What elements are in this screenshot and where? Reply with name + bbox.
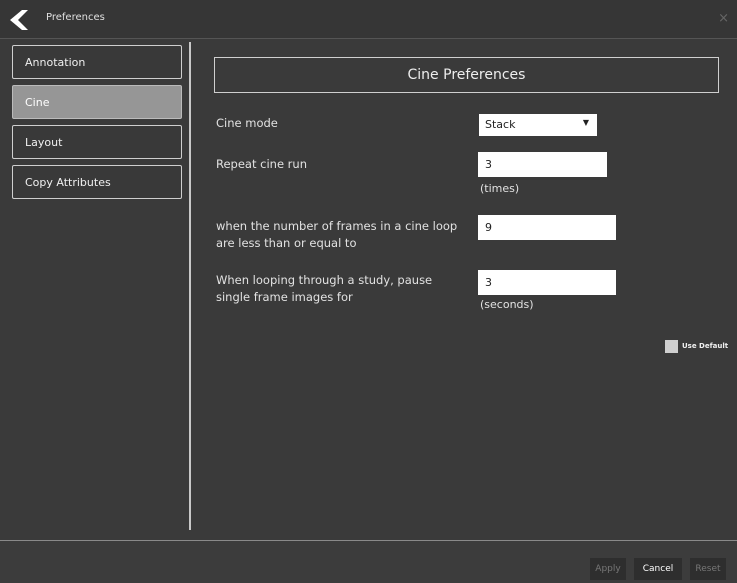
main-content: Cine Preferences Cine mode Stack ▼ Repea… <box>190 42 737 530</box>
repeat-unit-label: (times) <box>480 182 520 195</box>
frames-threshold-input[interactable] <box>478 215 616 240</box>
sidebar-item-copy-attributes[interactable]: Copy Attributes <box>12 165 182 199</box>
frames-threshold-label-line1: when the number of frames in a cine loop <box>216 219 458 233</box>
frames-threshold-label-line2: are less than or equal to <box>216 236 357 250</box>
pause-unit-label: (seconds) <box>480 298 534 311</box>
cine-mode-select[interactable]: Stack ▼ <box>479 114 597 136</box>
window-title: Preferences <box>46 12 105 23</box>
sidebar-item-layout[interactable]: Layout <box>12 125 182 159</box>
repeat-cine-input[interactable] <box>478 152 607 177</box>
use-default-label: Use Default <box>682 342 729 350</box>
sidebar: Annotation Cine Layout Copy Attributes <box>9 42 191 530</box>
pause-seconds-input[interactable] <box>478 270 616 295</box>
section-heading: Cine Preferences <box>214 57 719 93</box>
cine-mode-value: Stack <box>485 118 516 131</box>
sidebar-item-annotation[interactable]: Annotation <box>12 45 182 79</box>
use-default-checkbox[interactable] <box>665 340 678 353</box>
cine-mode-label: Cine mode <box>216 116 278 130</box>
pause-label-line2: single frame images for <box>216 290 353 304</box>
pause-label-line1: When looping through a study, pause <box>216 273 433 287</box>
apply-button[interactable]: Apply <box>590 558 626 580</box>
back-arrow-icon <box>10 10 28 30</box>
reset-button[interactable]: Reset <box>690 558 726 580</box>
cancel-button[interactable]: Cancel <box>634 558 682 580</box>
title-bar: Preferences × <box>0 0 737 39</box>
repeat-cine-label: Repeat cine run <box>216 157 307 171</box>
sidebar-item-cine[interactable]: Cine <box>12 85 182 119</box>
close-icon[interactable]: × <box>718 11 729 26</box>
footer-bar: Apply Cancel Reset <box>0 540 737 583</box>
dropdown-arrow-icon: ▼ <box>582 118 589 127</box>
back-button[interactable] <box>8 9 36 31</box>
